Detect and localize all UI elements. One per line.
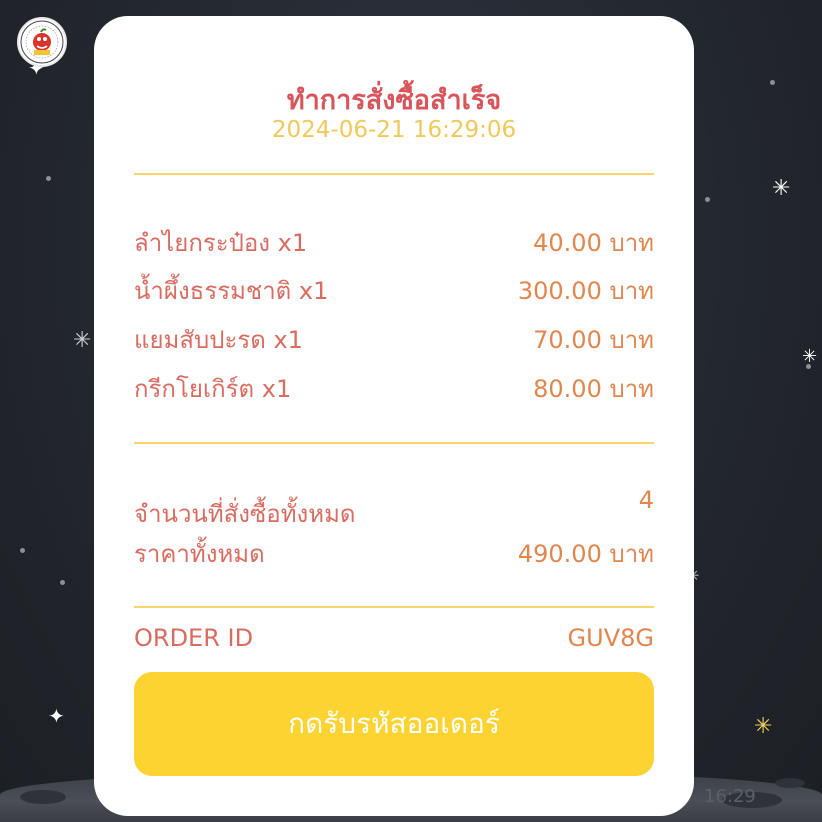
order-id-value: GUV8G (567, 624, 654, 652)
order-receipt-card: ทำการสั่งซื้อสำเร็จ 2024-06-21 16:29:06 … (94, 16, 694, 816)
total-price-label: ราคาทั้งหมด (134, 540, 265, 568)
star-dot (806, 364, 811, 369)
order-item-row: ลำไยกระป๋อง x1 40.00 บาท (134, 223, 654, 263)
order-datetime: 2024-06-21 16:29:06 (271, 117, 517, 143)
crater (20, 790, 66, 804)
get-order-code-button[interactable]: กดรับรหัสออเดอร์ (134, 672, 654, 776)
item-name: ลำไยกระป๋อง x1 (134, 229, 308, 257)
shop-logo-icon (20, 20, 64, 64)
crater (775, 778, 805, 788)
order-id-label: ORDER ID (134, 624, 254, 652)
order-item-row: น้ำผึ้งธรรมชาติ x1 300.00 บาท (134, 271, 654, 311)
message-timestamp: 16:29 (704, 786, 756, 807)
star-dot (770, 80, 775, 85)
order-item-row: แยมสับปะรด x1 70.00 บาท (134, 320, 654, 360)
sparkle-star-icon: ✦ (48, 704, 65, 728)
item-name: แยมสับปะรด x1 (134, 326, 303, 354)
item-price: 70.00 บาท (533, 326, 654, 354)
receipt-title: ทำการสั่งซื้อสำเร็จ (286, 85, 502, 116)
star-dot (60, 580, 65, 585)
item-price: 80.00 บาท (533, 375, 654, 403)
divider (134, 606, 654, 608)
item-price: 40.00 บาท (533, 229, 654, 257)
order-item-row: กรีกโยเกิร์ต x1 80.00 บาท (134, 369, 654, 409)
total-quantity-value: 4 (638, 486, 654, 514)
star-dot (20, 548, 25, 553)
item-price: 300.00 บาท (517, 277, 654, 305)
total-price-value: 490.00 บาท (517, 540, 654, 568)
total-price-row: ราคาทั้งหมด 490.00 บาท (134, 534, 654, 574)
shop-avatar[interactable] (17, 17, 67, 67)
item-name: น้ำผึ้งธรรมชาติ x1 (134, 277, 329, 305)
star-dot (705, 197, 710, 202)
item-name: กรีกโยเกิร์ต x1 (134, 375, 292, 403)
order-id-row: ORDER ID GUV8G (134, 624, 654, 664)
total-quantity-row: จำนวนที่สั่งซื้อทั้งหมด 4 (134, 486, 654, 530)
sparkle-star-icon: ✳ (73, 328, 92, 353)
divider (134, 442, 654, 444)
star-dot (46, 176, 51, 181)
sparkle-star-icon: ✳ (772, 176, 791, 201)
total-quantity-label: จำนวนที่สั่งซื้อทั้งหมด (134, 500, 356, 528)
sparkle-star-icon: ✳ (754, 714, 773, 739)
divider (134, 173, 654, 175)
